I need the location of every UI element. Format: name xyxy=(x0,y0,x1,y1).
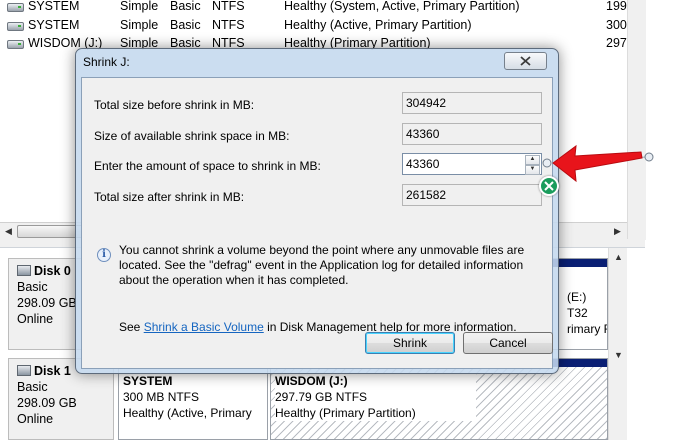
partition-title: (E:) xyxy=(567,290,587,304)
shrink-amount-value: 43360 xyxy=(406,157,440,171)
dialog-body: Total size before shrink in MB: 304942 S… xyxy=(81,77,553,369)
vertical-scrollbar[interactable] xyxy=(627,0,646,240)
drive-icon xyxy=(7,40,24,49)
partition-fs: 297.79 GB NTFS xyxy=(275,390,368,404)
close-button[interactable] xyxy=(504,52,547,70)
partition-bar xyxy=(551,259,607,267)
shrink-dialog: Shrink J: Total size before shrink in MB… xyxy=(75,48,559,374)
partition-status: Healthy (Primary Partition) xyxy=(275,406,416,420)
help-line: See Shrink a Basic Volume in Disk Manage… xyxy=(119,320,517,334)
disk-state: Online xyxy=(17,412,54,426)
partition-title: SYSTEM xyxy=(123,374,173,388)
shrink-amount-stepper[interactable]: ▲ ▼ xyxy=(525,155,540,175)
total-before-field: 304942 xyxy=(402,92,542,114)
volume-row[interactable]: SYSTEM Simple Basic NTFS Healthy (Active… xyxy=(0,17,627,35)
shrink-button[interactable]: Shrink xyxy=(365,332,455,354)
partition-fs: 300 MB NTFS xyxy=(123,390,200,404)
total-after-field: 261582 xyxy=(402,184,542,206)
drive-icon xyxy=(7,22,24,31)
volume-status: Healthy (Active, Primary Partition) xyxy=(284,18,472,32)
volume-fs: NTFS xyxy=(212,0,245,13)
spin-up-icon[interactable]: ▲ xyxy=(525,155,540,165)
disk-type: Basic xyxy=(17,380,48,394)
shrink-amount-input[interactable]: 43360 ▲ ▼ xyxy=(402,153,542,175)
available-space-label: Size of available shrink space in MB: xyxy=(94,129,290,143)
volume-layout: Simple xyxy=(120,18,159,32)
cancel-button[interactable]: Cancel xyxy=(463,332,553,354)
total-before-label: Total size before shrink in MB: xyxy=(94,98,255,112)
volume-layout: Simple xyxy=(120,0,159,13)
volume-name: SYSTEM xyxy=(28,18,80,32)
help-link[interactable]: Shrink a Basic Volume xyxy=(144,320,264,334)
volume-type: Basic xyxy=(170,0,201,13)
volume-type: Basic xyxy=(170,18,201,32)
info-icon: i xyxy=(97,248,111,262)
drive-icon xyxy=(7,3,24,12)
volume-capacity: 300 xyxy=(606,18,627,32)
available-space-field: 43360 xyxy=(402,123,542,145)
delete-annotation-icon[interactable] xyxy=(539,176,559,196)
spin-down-icon[interactable]: ▼ xyxy=(525,165,540,175)
volume-fs: NTFS xyxy=(212,18,245,32)
total-after-label: Total size after shrink in MB: xyxy=(94,190,245,204)
partition-status: rimary F xyxy=(567,322,608,336)
scroll-up-icon[interactable]: ▲ xyxy=(614,252,623,262)
help-prefix: See xyxy=(119,320,144,334)
shrink-amount-label: Enter the amount of space to shrink in M… xyxy=(94,159,321,173)
disk-icon xyxy=(17,365,31,376)
volume-status: Healthy (System, Active, Primary Partiti… xyxy=(284,0,520,13)
partition-status: Healthy (Active, Primary xyxy=(123,406,252,420)
close-icon xyxy=(520,56,531,66)
volume-capacity: 199 xyxy=(606,0,627,13)
volume-capacity: 297 xyxy=(606,36,627,50)
scroll-left-icon[interactable]: ◀ xyxy=(5,226,12,237)
dialog-title: Shrink J: xyxy=(83,55,130,69)
partition-title: WISDOM (J:) xyxy=(275,374,348,388)
volume-row[interactable]: SYSTEM Simple Basic NTFS Healthy (System… xyxy=(0,0,627,16)
info-message: You cannot shrink a volume beyond the po… xyxy=(119,243,525,287)
partition-fs: T32 xyxy=(567,306,588,320)
scroll-down-icon[interactable]: ▼ xyxy=(614,350,623,360)
disk-size: 298.09 GB xyxy=(17,396,77,410)
volume-name: SYSTEM xyxy=(28,0,80,13)
disk-icon xyxy=(17,265,31,276)
scroll-right-icon[interactable]: ▶ xyxy=(614,226,621,237)
disk-name: Disk 1 xyxy=(34,364,71,378)
disk-name: Disk 0 xyxy=(34,264,71,278)
disk-vertical-scrollbar[interactable]: ▲ ▼ xyxy=(608,248,627,440)
